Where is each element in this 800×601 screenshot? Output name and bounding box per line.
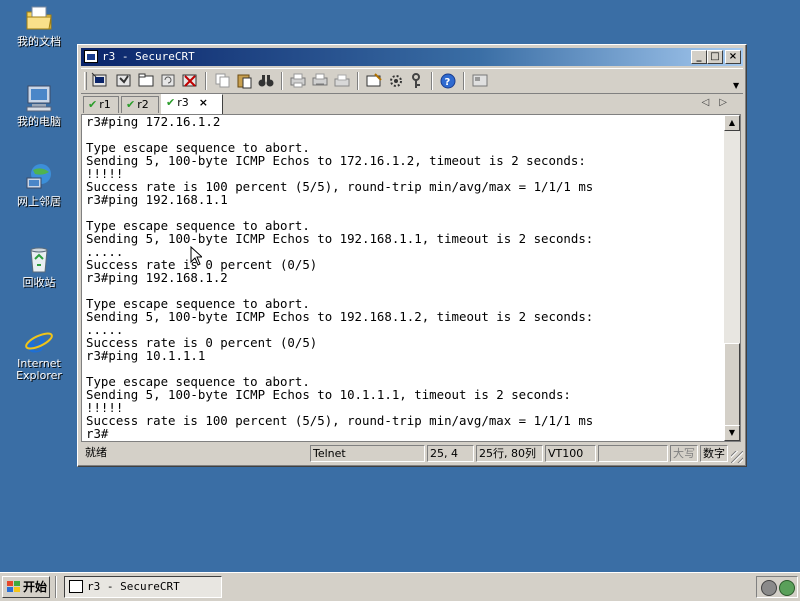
desktop-icon-label: 我的文档: [17, 35, 61, 48]
terminal-text: r3#ping 172.16.1.2 Type escape sequence …: [86, 114, 594, 441]
taskbar-separator: [55, 576, 57, 598]
taskbar: 开始 r3 - SecureCRT: [0, 572, 800, 601]
connected-check-icon: ✔: [166, 96, 176, 109]
app-icon: [69, 580, 83, 593]
desktop-icon-network-places[interactable]: 网上邻居: [4, 162, 74, 208]
toolbar-separator: [205, 72, 207, 90]
connect-in-tab-icon[interactable]: [137, 72, 155, 89]
session-manager-icon[interactable]: [471, 72, 489, 89]
print-screen-icon[interactable]: [289, 72, 307, 89]
tab-scroll-left-icon[interactable]: ◁: [702, 97, 720, 108]
securecrt-window: r3 - SecureCRT _ □ × ? ▼ ✔ r1 ✔ r2 ✔ r3 …: [77, 44, 747, 467]
help-icon[interactable]: ?: [439, 72, 457, 89]
my-documents-icon: [23, 2, 55, 34]
my-computer-icon: [23, 82, 55, 114]
tab-scroll-arrows: ◁▷: [702, 97, 737, 108]
copy-icon[interactable]: [213, 72, 231, 89]
status-bar: 就绪 Telnet 25, 4 25行, 80列 VT100 大写 数字: [81, 445, 743, 463]
title-bar[interactable]: r3 - SecureCRT _ □ ×: [81, 48, 743, 66]
tab-label: r2: [137, 98, 149, 111]
window-title: r3 - SecureCRT: [102, 50, 195, 63]
status-protocol: Telnet: [310, 445, 425, 462]
paste-icon[interactable]: [235, 72, 253, 89]
toolbar-separator: [431, 72, 433, 90]
vertical-scrollbar[interactable]: ▲ ▼: [724, 114, 741, 442]
tab-r2[interactable]: ✔ r2: [121, 96, 159, 113]
key-icon[interactable]: [407, 72, 425, 89]
reconnect-icon[interactable]: [159, 72, 177, 89]
app-icon: [84, 50, 98, 63]
start-label: 开始: [23, 580, 48, 594]
status-size: 25行, 80列: [476, 445, 543, 462]
tab-r3[interactable]: ✔ r3 ×: [161, 94, 223, 114]
internet-explorer-icon: e: [23, 324, 55, 360]
network-places-icon: [23, 162, 55, 194]
toolbar-separator: [463, 72, 465, 90]
status-ready: 就绪: [85, 446, 107, 459]
find-icon[interactable]: [257, 72, 275, 89]
tab-close-icon[interactable]: ×: [199, 96, 208, 109]
status-blank: [598, 445, 668, 462]
connected-check-icon: ✔: [88, 98, 98, 111]
toolbar-grip[interactable]: [84, 72, 87, 90]
terminal-output[interactable]: r3#ping 172.16.1.2 Type escape sequence …: [81, 114, 724, 442]
scroll-up-icon[interactable]: ▲: [724, 115, 740, 131]
tab-label: r1: [99, 98, 111, 111]
svg-text:?: ?: [445, 77, 451, 88]
print-selection-icon[interactable]: [311, 72, 329, 89]
status-cursor: 25, 4: [427, 445, 474, 462]
start-button[interactable]: 开始: [2, 576, 50, 598]
mouse-cursor-icon: [190, 246, 202, 266]
tab-r1[interactable]: ✔ r1: [83, 96, 119, 113]
status-emulation: VT100: [545, 445, 596, 462]
tray-volume-icon[interactable]: [779, 580, 795, 596]
windows-flag-icon: [7, 581, 20, 592]
session-options-icon[interactable]: [365, 72, 383, 89]
minimize-button[interactable]: _: [691, 50, 707, 64]
toolbar: ? ▼: [81, 68, 743, 94]
global-options-icon[interactable]: [387, 72, 405, 89]
system-tray: [756, 576, 798, 598]
taskbar-window-securecrt[interactable]: r3 - SecureCRT: [64, 576, 222, 598]
desktop-icon-label: 回收站: [22, 276, 56, 289]
desktop-icon-my-documents[interactable]: 我的文档: [4, 2, 74, 48]
desktop-icon-my-computer[interactable]: 我的电脑: [4, 82, 74, 128]
status-caps: 大写: [670, 445, 698, 462]
disconnect-icon[interactable]: [181, 72, 199, 89]
tray-network-icon[interactable]: [761, 580, 777, 596]
maximize-button[interactable]: □: [707, 50, 723, 64]
quick-connect-icon[interactable]: [115, 72, 133, 89]
close-button[interactable]: ×: [725, 50, 741, 64]
taskbar-window-title: r3 - SecureCRT: [87, 580, 180, 593]
scroll-down-icon[interactable]: ▼: [724, 425, 740, 441]
tab-label: r3: [177, 96, 189, 109]
connect-icon[interactable]: [91, 72, 109, 89]
desktop-icon-label: 我的电脑: [17, 115, 61, 128]
tab-scroll-right-icon[interactable]: ▷: [719, 97, 737, 108]
desktop-icon-label: Internet Explorer: [16, 357, 62, 382]
toolbar-separator: [357, 72, 359, 90]
print-icon[interactable]: [333, 72, 351, 89]
desktop-icon-internet-explorer[interactable]: e Internet Explorer: [4, 324, 74, 382]
recycle-bin-icon: [23, 243, 55, 275]
toolbar-separator: [281, 72, 283, 90]
status-num: 数字: [700, 445, 728, 462]
toolbar-chevron-icon[interactable]: ▼: [733, 82, 741, 90]
scroll-thumb[interactable]: [724, 343, 740, 427]
desktop-icon-label: 网上邻居: [17, 195, 61, 208]
connected-check-icon: ✔: [126, 98, 136, 111]
resize-grip[interactable]: [731, 451, 743, 463]
session-tabs: ✔ r1 ✔ r2 ✔ r3 × ◁▷: [81, 94, 743, 114]
desktop-icon-recycle-bin[interactable]: 回收站: [4, 243, 74, 289]
